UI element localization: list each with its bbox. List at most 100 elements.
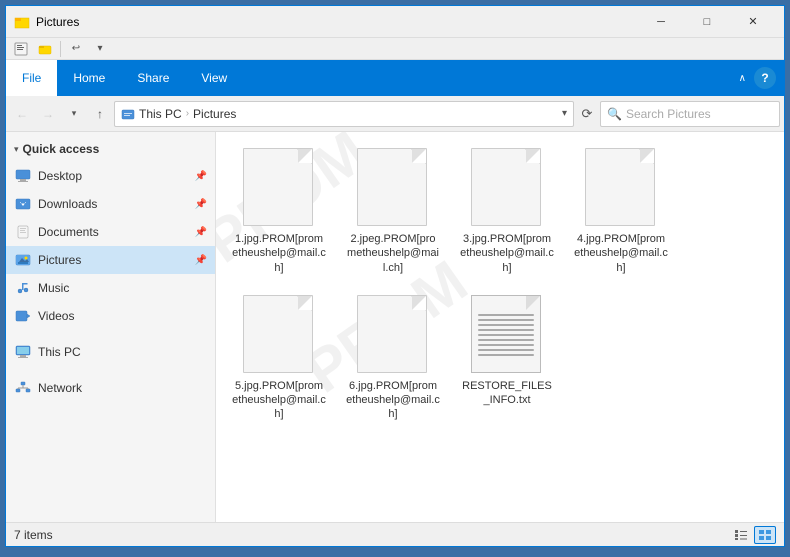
file-page-5: [243, 295, 313, 373]
file-icon-3: [471, 148, 543, 228]
file-name-1: 1.jpg.PROM[prometheushelp@mail.ch]: [232, 232, 326, 275]
address-dropdown-button[interactable]: ▾: [562, 108, 567, 119]
network-label: Network: [38, 381, 207, 395]
file-item-7[interactable]: RESTORE_FILES_INFO.txt: [452, 287, 562, 430]
qat-dropdown-button[interactable]: ▾: [89, 39, 111, 59]
ribbon-tab-home[interactable]: Home: [57, 60, 121, 96]
restore-page: [471, 295, 541, 373]
help-button[interactable]: ?: [754, 67, 776, 89]
main-content: ▾ Quick access Desktop 📌: [6, 132, 784, 522]
file-name-7: RESTORE_FILES_INFO.txt: [460, 379, 554, 408]
restore-lines-container: [478, 314, 534, 359]
file-item-3[interactable]: 3.jpg.PROM[prometheushelp@mail.ch]: [452, 140, 562, 283]
file-item-2[interactable]: 2.jpeg.PROM[prometheushelp@mail.ch]: [338, 140, 448, 283]
search-placeholder: Search Pictures: [626, 107, 711, 121]
restore-line: [478, 319, 534, 321]
ribbon: File Home Share View ∧ ?: [6, 60, 784, 96]
downloads-pin-icon: 📌: [195, 199, 207, 210]
large-icons-view-button[interactable]: [754, 526, 776, 544]
search-bar[interactable]: 🔍 Search Pictures: [600, 101, 780, 127]
videos-label: Videos: [38, 309, 207, 323]
file-icon-6: [357, 295, 429, 375]
file-name-5: 5.jpg.PROM[prometheushelp@mail.ch]: [232, 379, 326, 422]
view-buttons: [730, 526, 776, 544]
file-icon-5: [243, 295, 315, 375]
sidebar-item-network[interactable]: Network: [6, 374, 215, 402]
file-name-6: 6.jpg.PROM[prometheushelp@mail.ch]: [346, 379, 440, 422]
restore-line: [478, 334, 534, 336]
desktop-pin-icon: 📌: [195, 171, 207, 182]
up-button[interactable]: ↑: [88, 100, 112, 128]
window-controls: ─ □ ✕: [638, 6, 776, 38]
file-item-4[interactable]: 4.jpg.PROM[prometheushelp@mail.ch]: [566, 140, 676, 283]
details-view-button[interactable]: [730, 526, 752, 544]
music-icon: [14, 279, 32, 297]
file-page-corner-3: [526, 149, 540, 163]
sidebar-item-videos[interactable]: Videos: [6, 302, 215, 330]
file-page-corner-4: [640, 149, 654, 163]
status-item-count: 7 items: [14, 528, 730, 542]
breadcrumb: This PC › Pictures: [121, 107, 554, 121]
ribbon-collapse-button[interactable]: ∧: [735, 71, 750, 86]
documents-pin-icon: 📌: [195, 227, 207, 238]
back-button[interactable]: ←: [10, 100, 34, 128]
qat-folder-button[interactable]: [34, 39, 56, 59]
ribbon-tab-view[interactable]: View: [185, 60, 243, 96]
file-name-4: 4.jpg.PROM[prometheushelp@mail.ch]: [574, 232, 668, 275]
pictures-label: Pictures: [38, 253, 189, 267]
file-item-1[interactable]: 1.jpg.PROM[prometheushelp@mail.ch]: [224, 140, 334, 283]
maximize-button[interactable]: □: [684, 6, 730, 38]
documents-label: Documents: [38, 225, 189, 239]
restore-corner: [526, 296, 540, 310]
sidebar-item-thispc[interactable]: This PC: [6, 338, 215, 366]
file-page-6: [357, 295, 427, 373]
quick-access-label: Quick access: [23, 142, 100, 156]
refresh-button[interactable]: ⟳: [576, 103, 598, 125]
pictures-pin-icon: 📌: [195, 255, 207, 266]
titlebar: Pictures ─ □ ✕: [6, 6, 784, 38]
breadcrumb-pictures[interactable]: Pictures: [193, 107, 236, 121]
pictures-icon: [14, 251, 32, 269]
thispc-label: This PC: [38, 345, 207, 359]
explorer-window: Pictures ─ □ ✕ ↩ ▾ File: [5, 5, 785, 547]
breadcrumb-sep1: ›: [186, 108, 189, 119]
file-item-6[interactable]: 6.jpg.PROM[prometheushelp@mail.ch]: [338, 287, 448, 430]
sidebar-gap2: [6, 366, 215, 374]
file-name-2: 2.jpeg.PROM[prometheushelp@mail.ch]: [346, 232, 440, 275]
minimize-button[interactable]: ─: [638, 6, 684, 38]
qat-separator: [60, 41, 61, 57]
address-bar[interactable]: This PC › Pictures ▾: [114, 101, 574, 127]
videos-icon: [14, 307, 32, 325]
restore-line: [478, 329, 534, 331]
breadcrumb-thispc[interactable]: This PC: [139, 107, 182, 121]
sidebar: ▾ Quick access Desktop 📌: [6, 132, 216, 522]
restore-line: [478, 354, 534, 356]
qat-properties-button[interactable]: [10, 39, 32, 59]
recent-button[interactable]: ▾: [62, 100, 86, 128]
file-page-3: [471, 148, 541, 226]
file-item-5[interactable]: 5.jpg.PROM[prometheushelp@mail.ch]: [224, 287, 334, 430]
restore-line: [478, 314, 534, 316]
file-icon-4: [585, 148, 657, 228]
titlebar-icon: [14, 14, 30, 30]
sidebar-item-music[interactable]: Music: [6, 274, 215, 302]
thispc-icon: [14, 343, 32, 361]
sidebar-item-downloads[interactable]: Downloads 📌: [6, 190, 215, 218]
ribbon-tab-file[interactable]: File: [6, 60, 57, 96]
search-icon: 🔍: [607, 107, 622, 121]
sidebar-item-pictures[interactable]: Pictures 📌: [6, 246, 215, 274]
statusbar: 7 items: [6, 522, 784, 546]
ribbon-tab-share[interactable]: Share: [121, 60, 185, 96]
forward-button[interactable]: →: [36, 100, 60, 128]
navigation-bar: ← → ▾ ↑ This PC › Pictures ▾ ⟳ 🔍: [6, 96, 784, 132]
file-page-corner-2: [412, 149, 426, 163]
downloads-label: Downloads: [38, 197, 189, 211]
desktop-icon: [14, 167, 32, 185]
window-title: Pictures: [36, 15, 638, 29]
quick-access-header[interactable]: ▾ Quick access: [6, 136, 215, 162]
close-button[interactable]: ✕: [730, 6, 776, 38]
sidebar-item-documents[interactable]: Documents 📌: [6, 218, 215, 246]
file-icon-1: [243, 148, 315, 228]
sidebar-item-desktop[interactable]: Desktop 📌: [6, 162, 215, 190]
qat-undo-button[interactable]: ↩: [65, 39, 87, 59]
